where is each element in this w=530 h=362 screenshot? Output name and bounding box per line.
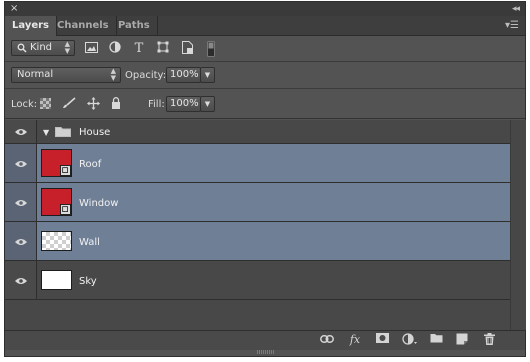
visibility-cell[interactable]: [5, 261, 37, 299]
folder-icon: [55, 127, 71, 137]
opacity-value: 100%: [170, 69, 199, 80]
fx-icon[interactable]: fx: [347, 333, 363, 347]
tab-paths[interactable]: Paths: [111, 16, 158, 36]
kind-label: Kind: [30, 42, 53, 53]
blend-mode-select[interactable]: Normal ▲ ▼: [11, 67, 121, 83]
layers-bottom-toolbar: fx: [5, 330, 525, 350]
kind-filter-select[interactable]: Kind ▲ ▼: [11, 40, 75, 56]
lock-all-padlock-icon[interactable]: [108, 97, 124, 113]
opacity-input[interactable]: 100%: [166, 67, 201, 83]
add-mask-icon[interactable]: [374, 333, 390, 347]
layer-name: Sky: [79, 276, 97, 287]
eye-icon[interactable]: [14, 277, 28, 285]
eye-icon[interactable]: [14, 160, 28, 168]
panel-title-strip: × ◂◂: [5, 2, 525, 16]
layer-row-wall[interactable]: Wall: [5, 222, 510, 261]
lock-label: Lock:: [11, 99, 38, 110]
layer-name: Window: [79, 198, 119, 209]
fill-input[interactable]: 100%: [166, 96, 201, 112]
layer-row-window[interactable]: Window: [5, 183, 510, 222]
layer-thumbnail: [41, 231, 72, 251]
stepper-icon: ▲ ▼: [64, 40, 70, 55]
new-layer-icon[interactable]: [454, 333, 470, 347]
fill-label: Fill:: [148, 99, 165, 110]
smart-object-badge-icon: [60, 165, 71, 176]
shape-filter-icon[interactable]: [155, 41, 171, 57]
tab-channels[interactable]: Channels: [50, 16, 117, 36]
layer-thumbnail: [41, 149, 72, 177]
adjustment-filter-icon[interactable]: [107, 41, 123, 57]
stepper-icon: ▲ ▼: [110, 67, 116, 82]
layer-name: Wall: [79, 237, 100, 248]
visibility-cell[interactable]: [5, 222, 37, 260]
new-group-icon[interactable]: [428, 333, 444, 347]
tab-bar: Layers Channels Paths ▾☰: [5, 16, 525, 36]
layer-name: House: [79, 127, 111, 138]
smart-object-filter-icon[interactable]: [179, 41, 195, 57]
resize-grip[interactable]: [257, 350, 275, 354]
smart-object-badge-icon: [60, 204, 71, 215]
layer-name: Roof: [79, 159, 102, 170]
image-filter-icon[interactable]: [83, 41, 99, 57]
opacity-label: Opacity:: [125, 70, 167, 81]
layers-panel: × ◂◂ Layers Channels Paths ▾☰ Kind ▲▼ T: [4, 1, 526, 357]
link-layers-icon[interactable]: [319, 333, 335, 347]
type-filter-icon[interactable]: T: [131, 41, 147, 57]
eye-icon[interactable]: [14, 199, 28, 207]
eye-icon[interactable]: [14, 128, 28, 136]
filter-toggle-icon[interactable]: [203, 41, 219, 57]
trash-icon[interactable]: [481, 333, 497, 347]
search-icon: [17, 43, 27, 53]
expand-arrow-icon[interactable]: ▼: [43, 128, 49, 137]
close-icon[interactable]: ×: [10, 2, 18, 16]
visibility-cell[interactable]: [5, 120, 37, 143]
layer-row-house[interactable]: ▼ House: [5, 120, 510, 144]
opacity-dropdown-icon[interactable]: ▼: [200, 67, 215, 83]
visibility-cell[interactable]: [5, 144, 37, 182]
lock-row: Lock: Fill: 100% ▼: [5, 90, 525, 119]
fill-dropdown-icon[interactable]: ▼: [200, 96, 215, 112]
adjustment-layer-icon[interactable]: [401, 333, 417, 347]
layers-list: ▼ House Roof Window Wall Sky: [5, 120, 510, 330]
layer-thumbnail: [41, 188, 72, 216]
panel-menu-icon[interactable]: ▾☰: [505, 20, 519, 31]
filter-row: Kind ▲ ▼ T: [5, 36, 525, 62]
lock-transparency-icon[interactable]: [37, 97, 53, 113]
collapse-icon[interactable]: ◂◂: [512, 2, 520, 16]
lock-pixels-brush-icon[interactable]: [61, 97, 77, 113]
lock-position-move-icon[interactable]: [85, 97, 101, 113]
layer-row-sky[interactable]: Sky: [5, 261, 510, 300]
blend-row: Normal ▲ ▼ Opacity: 100% ▼: [5, 63, 525, 89]
fill-value: 100%: [170, 98, 199, 109]
layer-thumbnail: [41, 270, 72, 290]
visibility-cell[interactable]: [5, 183, 37, 221]
layer-row-roof[interactable]: Roof: [5, 144, 510, 183]
scrollbar[interactable]: [510, 120, 526, 330]
blend-mode-value: Normal: [17, 69, 54, 80]
eye-icon[interactable]: [14, 238, 28, 246]
